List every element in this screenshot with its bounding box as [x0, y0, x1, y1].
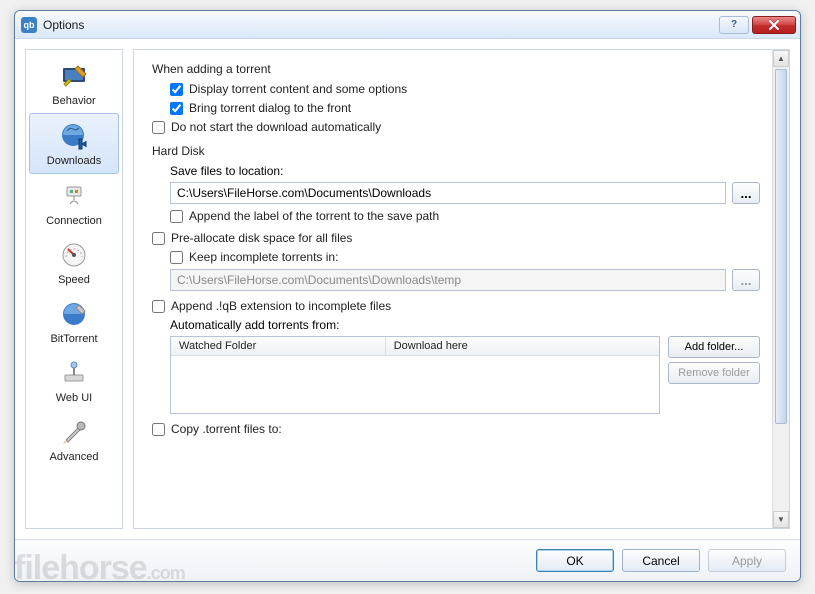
- table-header-watched-folder[interactable]: Watched Folder: [171, 337, 386, 355]
- display-content-checkbox[interactable]: [170, 83, 183, 96]
- sidebar-item-label: Downloads: [47, 155, 101, 167]
- sidebar-item-behavior[interactable]: Behavior: [26, 54, 122, 113]
- no-autostart-label: Do not start the download automatically: [171, 120, 381, 134]
- scroll-down-arrow[interactable]: ▼: [773, 511, 789, 528]
- sidebar-item-label: Speed: [58, 274, 90, 286]
- display-content-label: Display torrent content and some options: [189, 82, 407, 96]
- behavior-icon: [58, 60, 90, 92]
- app-icon: qb: [21, 17, 37, 33]
- category-sidebar: Behavior Downloads Connection Speed: [25, 49, 123, 529]
- copy-torrent-label: Copy .torrent files to:: [171, 422, 282, 436]
- advanced-icon: [58, 416, 90, 448]
- scroll-up-arrow[interactable]: ▲: [773, 50, 789, 67]
- sidebar-item-label: Behavior: [52, 95, 95, 107]
- incomplete-path-input: [170, 269, 726, 291]
- append-qb-label: Append .!qB extension to incomplete file…: [171, 299, 391, 313]
- settings-panel: When adding a torrent Display torrent co…: [133, 49, 790, 529]
- scroll-thumb[interactable]: [775, 69, 787, 424]
- table-header-download-here[interactable]: Download here: [386, 337, 659, 355]
- options-dialog: qb Options ? Behavior Downloads: [14, 10, 801, 582]
- webui-icon: [58, 357, 90, 389]
- sidebar-item-label: Connection: [46, 215, 102, 227]
- window-title: Options: [43, 18, 719, 32]
- sidebar-item-webui[interactable]: Web UI: [26, 351, 122, 410]
- no-autostart-checkbox[interactable]: [152, 121, 165, 134]
- append-label-label: Append the label of the torrent to the s…: [189, 209, 439, 223]
- sidebar-item-connection[interactable]: Connection: [26, 174, 122, 233]
- apply-button: Apply: [708, 549, 786, 572]
- connection-icon: [58, 180, 90, 212]
- save-location-input[interactable]: [170, 182, 726, 204]
- help-button[interactable]: ?: [719, 16, 749, 34]
- vertical-scrollbar[interactable]: ▲ ▼: [772, 50, 789, 528]
- append-qb-checkbox[interactable]: [152, 300, 165, 313]
- browse-save-location-button[interactable]: ...: [732, 182, 760, 204]
- close-button[interactable]: [752, 16, 796, 34]
- sidebar-item-label: Web UI: [56, 392, 92, 404]
- group-adding-torrent: When adding a torrent: [152, 62, 760, 76]
- sidebar-item-bittorrent[interactable]: BitTorrent: [26, 292, 122, 351]
- preallocate-label: Pre-allocate disk space for all files: [171, 231, 352, 245]
- sidebar-item-speed[interactable]: Speed: [26, 233, 122, 292]
- watched-folders-table[interactable]: Watched Folder Download here: [170, 336, 660, 414]
- preallocate-checkbox[interactable]: [152, 232, 165, 245]
- add-folder-button[interactable]: Add folder...: [668, 336, 760, 358]
- auto-add-label: Automatically add torrents from:: [170, 318, 760, 332]
- remove-folder-button: Remove folder: [668, 362, 760, 384]
- sidebar-item-label: BitTorrent: [50, 333, 97, 345]
- title-bar: qb Options ?: [15, 11, 800, 39]
- copy-torrent-checkbox[interactable]: [152, 423, 165, 436]
- sidebar-item-label: Advanced: [50, 451, 99, 463]
- append-label-checkbox[interactable]: [170, 210, 183, 223]
- ok-button[interactable]: OK: [536, 549, 614, 572]
- keep-incomplete-label: Keep incomplete torrents in:: [189, 250, 338, 264]
- save-location-label: Save files to location:: [170, 164, 760, 178]
- browse-incomplete-button: ...: [732, 269, 760, 291]
- group-hard-disk: Hard Disk: [152, 144, 760, 158]
- dialog-footer: OK Cancel Apply: [15, 539, 800, 581]
- downloads-icon: [58, 120, 90, 152]
- bring-front-label: Bring torrent dialog to the front: [189, 101, 351, 115]
- speed-icon: [58, 239, 90, 271]
- sidebar-item-advanced[interactable]: Advanced: [26, 410, 122, 469]
- keep-incomplete-checkbox[interactable]: [170, 251, 183, 264]
- bring-front-checkbox[interactable]: [170, 102, 183, 115]
- cancel-button[interactable]: Cancel: [622, 549, 700, 572]
- sidebar-item-downloads[interactable]: Downloads: [29, 113, 119, 174]
- bittorrent-icon: [58, 298, 90, 330]
